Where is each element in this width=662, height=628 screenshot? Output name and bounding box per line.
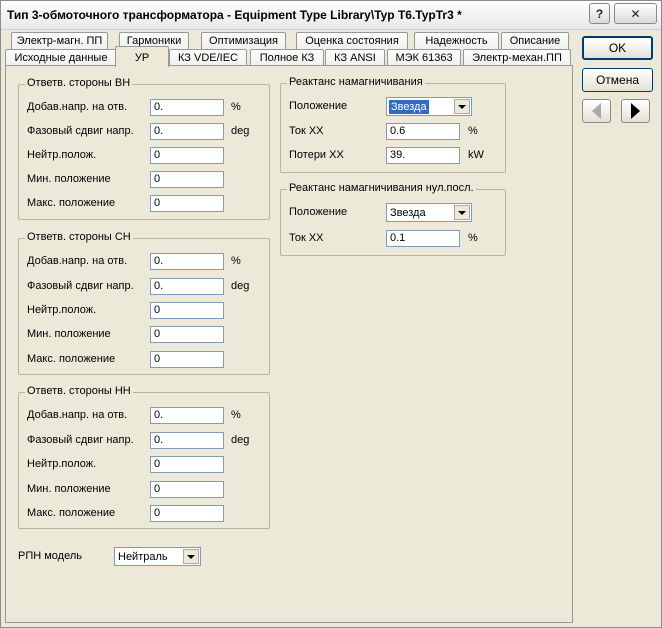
tab-emt[interactable]: Электр-магн. ПП <box>11 32 108 50</box>
hv-min-label: Мин. положение <box>27 173 111 185</box>
mv-neutral-label: Нейтр.полож. <box>27 304 97 316</box>
magnetizing-reactance-group: Реактанс намагничивания Положение Звезда… <box>280 76 506 173</box>
magnetizing-losses-input[interactable]: 39. <box>386 147 460 164</box>
zero-seq-position-select[interactable]: Звезда <box>386 203 472 222</box>
close-button[interactable]: ✕ <box>614 3 657 24</box>
hv-max-input[interactable]: 0 <box>150 195 224 212</box>
zero-seq-current-label: Ток ХХ <box>289 232 324 244</box>
lv-additional-voltage-unit: % <box>231 409 241 421</box>
mv-additional-voltage-input[interactable]: 0. <box>150 253 224 270</box>
hv-tap-title: Ответв. стороны ВН <box>25 77 133 89</box>
hv-min-input[interactable]: 0 <box>150 171 224 188</box>
tab-reliability[interactable]: Надежность <box>414 32 499 50</box>
mv-additional-voltage-unit: % <box>231 255 241 267</box>
chevron-down-icon[interactable] <box>183 549 199 564</box>
zero-seq-magnetizing-group: Реактанс намагничивания нул.посл. Положе… <box>280 182 506 256</box>
lv-tap-group: Ответв. стороны НН Добав.напр. на отв. 0… <box>18 385 270 529</box>
hv-phase-shift-unit: deg <box>231 125 250 137</box>
magnetizing-position-label: Положение <box>289 100 348 112</box>
mv-phase-shift-label: Фазовый сдвиг напр. <box>27 280 134 292</box>
title-bar: Тип 3-обмоточного трансформатора - Equip… <box>1 1 661 30</box>
mv-min-input[interactable]: 0 <box>150 326 224 343</box>
zero-seq-position-value: Звезда <box>390 207 426 219</box>
tab-state-estimation[interactable]: Оценка состояния <box>296 32 408 50</box>
zero-seq-current-unit: % <box>468 232 478 244</box>
magnetizing-current-unit: % <box>468 125 478 137</box>
magnetizing-losses-label: Потери ХХ <box>289 149 344 161</box>
magnetizing-reactance-title: Реактанс намагничивания <box>287 76 425 88</box>
next-button[interactable] <box>621 99 650 123</box>
magnetizing-position-value: Звезда <box>389 100 429 114</box>
mv-tap-title: Ответв. стороны СН <box>25 231 133 243</box>
chevron-down-icon[interactable] <box>454 205 470 220</box>
mv-max-label: Макс. положение <box>27 353 116 365</box>
zero-seq-magnetizing-title: Реактанс намагничивания нул.посл. <box>287 182 476 194</box>
hv-phase-shift-label: Фазовый сдвиг напр. <box>27 125 134 137</box>
lv-neutral-label: Нейтр.полож. <box>27 458 97 470</box>
lv-phase-shift-unit: deg <box>231 434 250 446</box>
oltc-model-label: РПН модель <box>18 550 83 562</box>
mv-neutral-input[interactable]: 0 <box>150 302 224 319</box>
previous-button[interactable] <box>582 99 611 123</box>
mv-phase-shift-input[interactable]: 0. <box>150 278 224 295</box>
lv-phase-shift-label: Фазовый сдвиг напр. <box>27 434 134 446</box>
tab-load-flow[interactable]: УР <box>115 46 169 67</box>
mv-tap-group: Ответв. стороны СН Добав.напр. на отв. 0… <box>18 231 270 375</box>
help-icon: ? <box>595 6 604 21</box>
hv-additional-voltage-unit: % <box>231 101 241 113</box>
mv-additional-voltage-label: Добав.напр. на отв. <box>27 255 128 267</box>
window-title: Тип 3-обмоточного трансформатора - Equip… <box>7 8 462 22</box>
hv-phase-shift-input[interactable]: 0. <box>150 123 224 140</box>
zero-seq-current-input[interactable]: 0.1 <box>386 230 460 247</box>
lv-additional-voltage-input[interactable]: 0. <box>150 407 224 424</box>
chevron-down-icon[interactable] <box>454 99 470 114</box>
arrow-right-icon <box>631 103 640 119</box>
lv-phase-shift-input[interactable]: 0. <box>150 432 224 449</box>
oltc-model-value: Нейтраль <box>118 551 168 563</box>
lv-additional-voltage-label: Добав.напр. на отв. <box>27 409 128 421</box>
dialog-window: Тип 3-обмоточного трансформатора - Equip… <box>0 0 662 628</box>
ok-button[interactable]: OK <box>582 36 653 60</box>
mv-min-label: Мин. положение <box>27 328 111 340</box>
lv-max-input[interactable]: 0 <box>150 505 224 522</box>
hv-neutral-label: Нейтр.полож. <box>27 149 97 161</box>
lv-max-label: Макс. положение <box>27 507 116 519</box>
hv-additional-voltage-label: Добав.напр. на отв. <box>27 101 128 113</box>
help-button[interactable]: ? <box>589 3 610 24</box>
lv-neutral-input[interactable]: 0 <box>150 456 224 473</box>
hv-tap-group: Ответв. стороны ВН Добав.напр. на отв. 0… <box>18 77 270 220</box>
arrow-left-icon <box>592 103 601 119</box>
mv-phase-shift-unit: deg <box>231 280 250 292</box>
tab-optimization[interactable]: Оптимизация <box>201 32 286 50</box>
cancel-button[interactable]: Отмена <box>582 68 653 92</box>
tab-description[interactable]: Описание <box>501 32 569 50</box>
zero-seq-position-label: Положение <box>289 206 348 218</box>
oltc-model-select[interactable]: Нейтраль <box>114 547 201 566</box>
tab-content-panel: Ответв. стороны ВН Добав.напр. на отв. 0… <box>5 65 573 623</box>
mv-max-input[interactable]: 0 <box>150 351 224 368</box>
magnetizing-position-select[interactable]: Звезда <box>386 97 472 116</box>
close-icon: ✕ <box>630 6 641 21</box>
hv-additional-voltage-input[interactable]: 0. <box>150 99 224 116</box>
magnetizing-current-input[interactable]: 0.6 <box>386 123 460 140</box>
hv-max-label: Макс. положение <box>27 197 116 209</box>
magnetizing-losses-unit: kW <box>468 149 484 161</box>
lv-min-label: Мин. положение <box>27 483 111 495</box>
magnetizing-current-label: Ток ХХ <box>289 125 324 137</box>
lv-tap-title: Ответв. стороны НН <box>25 385 133 397</box>
lv-min-input[interactable]: 0 <box>150 481 224 498</box>
hv-neutral-input[interactable]: 0 <box>150 147 224 164</box>
